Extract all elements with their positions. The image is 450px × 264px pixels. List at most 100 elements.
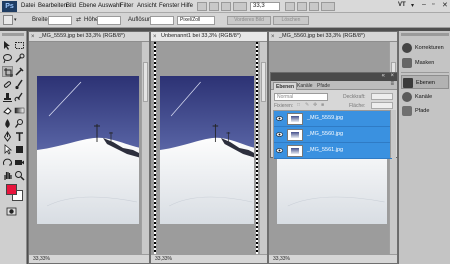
screen-mode-button[interactable] — [321, 2, 335, 11]
crop-tool-preset-icon[interactable] — [3, 15, 13, 25]
menu-ebene[interactable]: Ebene — [79, 3, 96, 9]
scrollbar-thumb[interactable] — [143, 62, 148, 102]
layer-name[interactable]: _MG_5561.jpg — [307, 147, 343, 153]
history-brush-tool-icon[interactable] — [14, 92, 25, 103]
path-selection-tool-icon[interactable] — [2, 144, 13, 155]
tab-kanaele[interactable]: Kanäle — [295, 82, 315, 90]
menu-ansicht[interactable]: Ansicht — [137, 3, 157, 9]
document-window-1[interactable]: × _MG_5559.jpg bei 33,3% (RGB/8*) 33,33% — [28, 31, 150, 264]
lock-position-icon[interactable]: ✥ — [313, 102, 317, 108]
fill-field[interactable] — [371, 102, 393, 109]
document-title-bar[interactable]: × _MG_5559.jpg bei 33,3% (RGB/8*) — [29, 32, 149, 42]
hand-tool-icon[interactable] — [2, 170, 13, 181]
arrange-button[interactable] — [233, 2, 247, 11]
document-close-icon[interactable]: × — [153, 34, 159, 40]
close-icon[interactable]: ✕ — [442, 1, 448, 9]
mini-bridge-button[interactable] — [209, 2, 219, 11]
image-canvas[interactable] — [37, 76, 139, 232]
lock-image-icon[interactable]: ✎ — [305, 102, 309, 108]
delete-button[interactable]: Löschen — [273, 16, 309, 25]
menu-datei[interactable]: Datei — [21, 3, 35, 9]
scrollbar-thumb[interactable] — [261, 62, 266, 102]
gradient-tool-icon[interactable] — [14, 105, 25, 116]
move-tool-icon[interactable] — [2, 40, 13, 51]
width-field[interactable] — [48, 16, 72, 25]
menu-auswahl[interactable]: Auswahl — [98, 3, 121, 9]
zoom-field[interactable]: 33,3 — [250, 2, 280, 11]
document-close-icon[interactable]: × — [31, 34, 37, 40]
resolution-unit-select[interactable]: Pixel/Zoll — [177, 16, 215, 25]
visibility-eye-icon[interactable] — [276, 115, 283, 122]
layer-row[interactable]: _MG_5561.jpg — [274, 143, 392, 159]
vertical-scrollbar[interactable] — [141, 42, 149, 254]
menu-filter[interactable]: Filter — [120, 3, 133, 9]
dock-item-pfade[interactable]: Pfade — [401, 104, 449, 118]
layers-panel[interactable]: « × Ebenen Kanäle Pfade ≡ Normal Deckkra… — [270, 72, 398, 159]
opacity-field[interactable] — [371, 93, 393, 100]
workspace-dropdown-icon[interactable]: ▾ — [411, 2, 414, 9]
vertical-scrollbar[interactable] — [259, 42, 267, 254]
extras-button[interactable] — [221, 2, 231, 11]
image-canvas[interactable] — [160, 76, 254, 232]
quick-mask-icon[interactable] — [6, 206, 17, 217]
document-close-icon[interactable]: × — [271, 34, 277, 40]
lock-all-icon[interactable]: ■ — [321, 102, 324, 108]
visibility-eye-icon[interactable] — [276, 147, 283, 154]
shape-tool-icon[interactable] — [14, 144, 25, 155]
marquee-tool-icon[interactable] — [14, 40, 25, 51]
menu-bild[interactable]: Bild — [66, 3, 76, 9]
dock-item-ebenen[interactable]: Ebenen — [401, 75, 449, 89]
toolbox-grip[interactable] — [2, 33, 24, 36]
lock-transparent-icon[interactable]: □ — [297, 102, 300, 108]
document-window-2[interactable]: × Unbenannt1 bei 33,3% (RGB/8*) 33,33% — [150, 31, 268, 264]
document-title-bar[interactable]: × Unbenannt1 bei 33,3% (RGB/8*) — [151, 32, 267, 42]
foreground-color-swatch[interactable] — [6, 184, 17, 195]
lasso-tool-icon[interactable] — [2, 53, 13, 64]
bridge-button[interactable] — [197, 2, 207, 11]
healing-brush-tool-icon[interactable] — [2, 79, 13, 90]
rotate-view-button[interactable] — [309, 2, 319, 11]
swap-dimensions-icon[interactable]: ⇄ — [76, 16, 81, 23]
layer-name[interactable]: _MG_5560.jpg — [307, 131, 343, 137]
crop-tool-icon[interactable] — [2, 66, 13, 77]
minimize-icon[interactable]: – — [422, 1, 426, 8]
brush-tool-icon[interactable] — [14, 79, 25, 90]
type-tool-icon[interactable] — [14, 131, 25, 142]
panel-header[interactable]: « × — [271, 73, 397, 81]
panel-menu-icon[interactable]: ≡ — [390, 81, 394, 87]
menu-fenster[interactable]: Fenster — [159, 3, 179, 9]
layer-list-scrollbar[interactable] — [390, 110, 396, 158]
workspace-switcher[interactable]: VT — [398, 2, 406, 11]
3d-rotate-tool-icon[interactable] — [2, 157, 13, 168]
zoom-tool-icon[interactable] — [14, 170, 25, 181]
clone-stamp-tool-icon[interactable] — [2, 92, 13, 103]
menu-bearbeiten[interactable]: Bearbeiten — [38, 3, 67, 9]
hand-tool-button[interactable] — [285, 2, 295, 11]
preset-dropdown-icon[interactable]: ▾ — [14, 17, 17, 23]
document-title-bar[interactable]: × _MG_5560.jpg bei 33,3% (RGB/8*) — [269, 32, 397, 42]
3d-camera-tool-icon[interactable] — [14, 157, 25, 168]
tab-ebenen[interactable]: Ebenen — [273, 82, 298, 90]
zoom-tool-button[interactable] — [297, 2, 307, 11]
layer-row[interactable]: _MG_5559.jpg — [274, 111, 392, 127]
dock-item-masken[interactable]: Masken — [401, 56, 449, 70]
eyedropper-tool-icon[interactable] — [14, 66, 25, 77]
layer-row[interactable]: _MG_5560.jpg — [274, 127, 392, 143]
dock-grip[interactable] — [401, 33, 449, 36]
quick-selection-tool-icon[interactable] — [14, 53, 25, 64]
dock-item-korrekturen[interactable]: Korrekturen — [401, 41, 449, 55]
pen-tool-icon[interactable] — [2, 131, 13, 142]
dodge-tool-icon[interactable] — [14, 118, 25, 129]
eraser-tool-icon[interactable] — [2, 105, 13, 116]
blend-mode-select[interactable]: Normal — [274, 93, 328, 101]
restore-icon[interactable]: ▫ — [432, 1, 434, 8]
front-image-button[interactable]: Vorderes Bild — [227, 16, 271, 25]
collapse-icon[interactable]: « — [382, 73, 385, 79]
resolution-field[interactable] — [150, 16, 174, 25]
menu-hilfe[interactable]: Hilfe — [181, 3, 193, 9]
height-field[interactable] — [97, 16, 121, 25]
panel-close-icon[interactable]: × — [390, 73, 394, 79]
layer-name[interactable]: _MG_5559.jpg — [307, 115, 343, 121]
visibility-eye-icon[interactable] — [276, 131, 283, 138]
tab-pfade[interactable]: Pfade — [315, 82, 332, 90]
